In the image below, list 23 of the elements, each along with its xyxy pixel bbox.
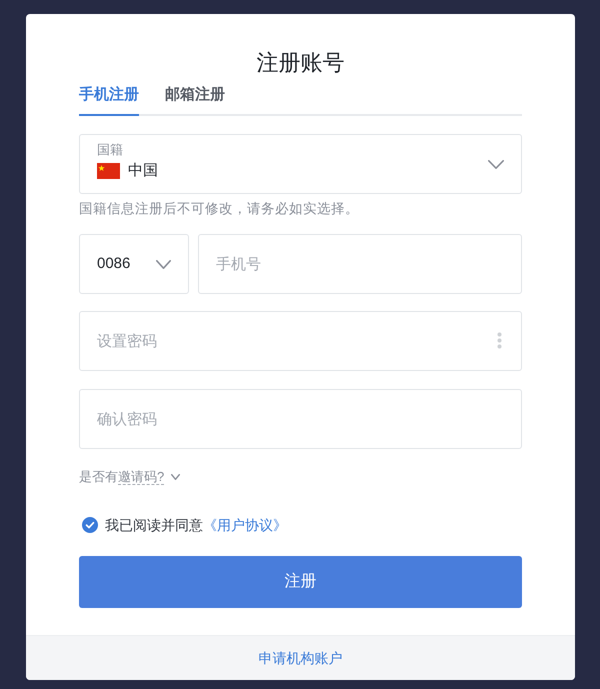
page-title: 注册账号: [256, 49, 346, 77]
hint-text: 国籍信息注册后不可修改，请务必如实选择。: [79, 200, 360, 218]
agreement-checkbox[interactable]: [82, 517, 98, 533]
chevron-down-icon: [156, 260, 171, 268]
nationality-select[interactable]: 国籍 中国: [79, 134, 522, 194]
password-input[interactable]: 设置密码: [79, 311, 522, 371]
tab[interactable]: 手机注册: [79, 84, 139, 116]
invite-code-link[interactable]: 邀请码?: [118, 469, 164, 485]
tab[interactable]: 邮箱注册: [165, 84, 225, 116]
agreement-text: 我已阅读并同意《用户协议》: [105, 516, 287, 535]
chevron-down-icon[interactable]: [171, 474, 180, 480]
register-button[interactable]: 注册: [79, 556, 522, 608]
selected-value: 中国: [128, 161, 158, 181]
confirm-password-input[interactable]: 确认密码: [79, 389, 522, 449]
user-agreement-link[interactable]: 《用户协议》: [203, 517, 287, 533]
country-code-select[interactable]: 0086: [79, 234, 189, 294]
vertical-dots-icon[interactable]: [497, 332, 502, 349]
invite-code-prompt: 是否有邀请码?: [79, 468, 164, 487]
flag-icon: [97, 163, 120, 179]
phone-input[interactable]: 手机号: [198, 234, 522, 294]
apply-institution-account-link[interactable]: 申请机构账户: [258, 648, 342, 668]
chevron-down-icon: [488, 160, 504, 168]
field-label: 国籍: [97, 142, 124, 158]
